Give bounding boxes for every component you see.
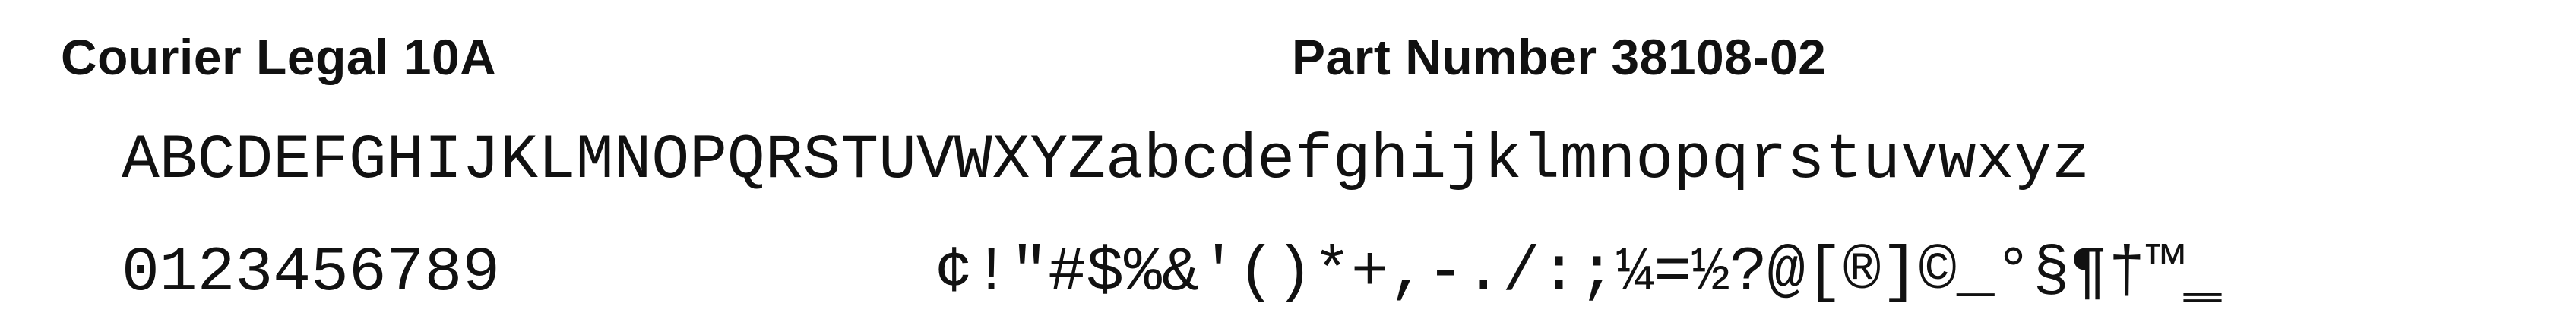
- alphabet-glyph-row: ABCDEFGHIJKLMNOPQRSTUVWXYZabcdefghijklmn…: [122, 125, 2090, 196]
- part-number-heading: Part Number 38108-02: [1292, 29, 1827, 85]
- symbols-glyph-row: ¢!"#$%&'()*+,-./:;¼=½?@[®]©_°§¶†™‗: [935, 237, 2222, 308]
- digits-glyph-row: 0123456789: [122, 237, 501, 308]
- font-name-heading: Courier Legal 10A: [61, 29, 497, 85]
